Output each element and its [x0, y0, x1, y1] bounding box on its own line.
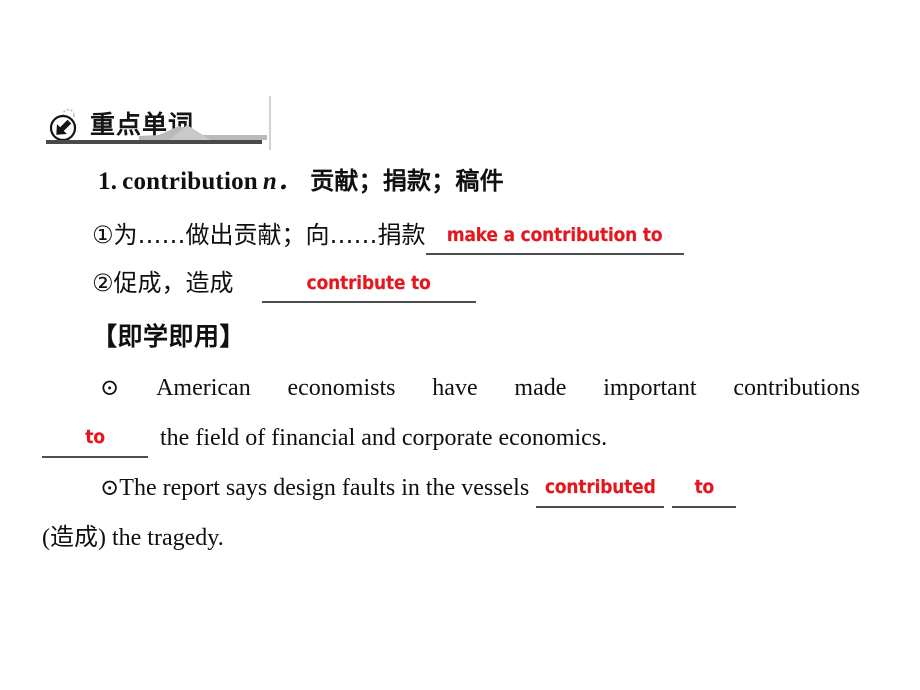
- example-1-tail-text: the field of financial and corporate eco…: [160, 425, 608, 451]
- practice-heading: 【即学即用】: [92, 322, 246, 351]
- example-2-lead-text: The report says design faults in the ves…: [119, 475, 530, 501]
- example-1-bullet: ⊙: [100, 375, 120, 400]
- example-2-bullet: ⊙: [100, 475, 120, 500]
- example-2-blank-2[interactable]: to: [672, 476, 737, 508]
- sense-2-answer: contribute to: [306, 272, 431, 294]
- entry-number: 1.: [98, 168, 118, 195]
- example-1-word-6: contributions: [733, 375, 860, 401]
- entry-chinese-gloss: 贡献；捐款；稿件: [310, 167, 504, 195]
- entry-headword-line: 1. contribution n． 贡献；捐款；稿件: [98, 160, 862, 203]
- example-1-line-2: to the field of financial and corporate …: [42, 413, 860, 463]
- arrow-in-circle-icon: [48, 108, 82, 142]
- example-1-answer: to: [85, 426, 105, 448]
- example-1-word-1: American: [156, 375, 251, 401]
- example-1: ⊙ American economists have made importan…: [42, 363, 860, 463]
- example-1-word-2: economists: [287, 375, 396, 401]
- sense-1-marker: ①: [92, 221, 114, 249]
- header-vertical-rule: [269, 96, 271, 150]
- content-body: 1. contribution n． 贡献；捐款；稿件 ①为……做出贡献；向……捐款 m…: [42, 160, 862, 563]
- sense-1-answer: make a contribution to: [446, 224, 663, 246]
- example-2-answer-1: contributed: [544, 476, 656, 498]
- example-1-word-3: have: [432, 375, 478, 401]
- example-2-blank-1[interactable]: contributed: [536, 476, 665, 508]
- example-2-line-1: ⊙ The report says design faults in the v…: [42, 463, 860, 513]
- section-header: 重点单词: [44, 96, 271, 150]
- slide-canvas: 重点单词 1. contribution n． 贡献；捐款；稿件 ①为……做出贡献；向…: [0, 0, 920, 690]
- entry-pos: n．: [262, 168, 303, 195]
- sense-1-chinese: 为……做出贡献；向……捐款: [113, 221, 426, 249]
- sense-row-1: ①为……做出贡献；向……捐款 make a contribution to: [92, 211, 862, 259]
- sense-1-blank[interactable]: make a contribution to: [425, 223, 684, 255]
- entry-word: contribution: [122, 168, 258, 195]
- example-1-line-1: ⊙ American economists have made importan…: [42, 363, 860, 413]
- example-2-tail-text: (造成) the tragedy.: [42, 525, 224, 551]
- header-underline-bar: [46, 140, 262, 144]
- example-2: ⊙ The report says design faults in the v…: [42, 463, 860, 563]
- example-2-line-2: (造成) the tragedy.: [42, 513, 860, 563]
- sense-2-chinese: 促成，造成: [113, 269, 234, 297]
- sense-row-2: ②促成，造成 contribute to: [92, 259, 862, 307]
- example-1-word-5: important: [603, 375, 697, 401]
- example-1-word-4: made: [514, 375, 567, 401]
- example-2-answer-2: to: [694, 476, 714, 498]
- sense-2-marker: ②: [92, 269, 114, 297]
- example-1-blank[interactable]: to: [42, 426, 148, 458]
- sense-2-blank[interactable]: contribute to: [261, 271, 476, 303]
- header-swoosh-decor: [139, 124, 267, 140]
